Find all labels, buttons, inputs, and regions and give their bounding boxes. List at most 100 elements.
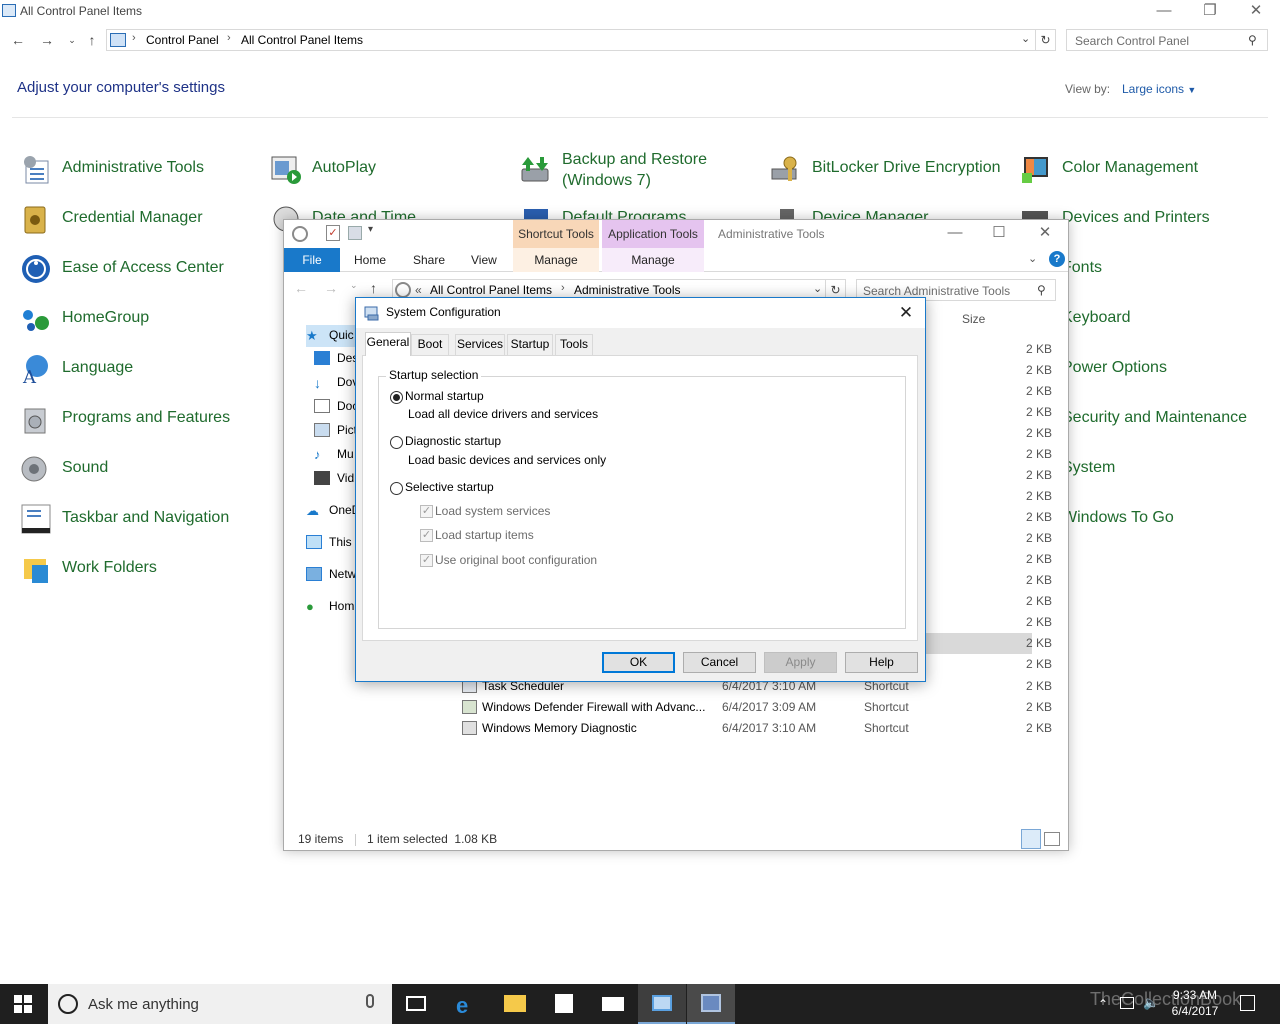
tab-general[interactable]: General — [365, 332, 411, 356]
maximize-button[interactable]: ☐ — [976, 220, 1022, 248]
help-icon[interactable]: ? — [1049, 251, 1065, 267]
cp-item-homegroup[interactable]: HomeGroup — [20, 301, 260, 345]
chevron-down-icon[interactable]: ⌄ — [1028, 252, 1037, 265]
back-button[interactable]: ← — [8, 30, 28, 50]
breadcrumb-all-items[interactable]: All Control Panel Items — [430, 283, 552, 297]
tab-tools[interactable]: Tools — [555, 334, 593, 355]
close-button[interactable]: ✕ — [1233, 0, 1279, 24]
new-folder-icon[interactable] — [348, 226, 362, 240]
normal-startup-label[interactable]: Normal startup — [405, 389, 484, 403]
diagnostic-startup-label[interactable]: Diagnostic startup — [405, 434, 501, 448]
nav-pictures[interactable]: Pict — [314, 420, 356, 442]
application-tools-tab[interactable]: Application Tools — [602, 220, 704, 248]
cp-item-ease-of-access[interactable]: Ease of Access Center — [20, 251, 260, 295]
forward-button[interactable]: → — [37, 30, 57, 50]
refresh-button[interactable]: ↻ — [1036, 29, 1056, 51]
overflow-chevron-icon[interactable]: « — [415, 283, 422, 297]
tab-view[interactable]: View — [471, 248, 497, 272]
cp-item-work-folders[interactable]: Work Folders — [20, 551, 260, 595]
nav-homegroup[interactable]: ● Hom — [306, 596, 356, 618]
load-startup-items-checkbox[interactable]: ✓ — [420, 529, 433, 542]
use-original-boot-config-checkbox[interactable]: ✓ — [420, 554, 433, 567]
cp-item-programs-and-features[interactable]: Programs and Features — [20, 401, 260, 445]
customize-qat-icon[interactable]: ▾ — [368, 224, 373, 235]
nav-videos[interactable]: Vid — [314, 468, 356, 490]
cp-item-backup-and-restore[interactable]: Backup and Restore (Windows 7) — [520, 151, 760, 195]
help-button[interactable]: Help — [845, 652, 918, 673]
cancel-button[interactable]: Cancel — [683, 652, 756, 673]
breadcrumb-all-items[interactable]: All Control Panel Items — [241, 33, 363, 47]
details-view-icon[interactable] — [1021, 829, 1041, 849]
tab-startup[interactable]: Startup — [507, 334, 553, 355]
tab-home[interactable]: Home — [354, 248, 386, 272]
load-system-services-checkbox[interactable]: ✓ — [420, 505, 433, 518]
tab-manage-application[interactable]: Manage — [602, 248, 704, 272]
properties-icon[interactable]: ✓ — [326, 225, 340, 241]
column-header-size[interactable]: Size — [962, 312, 985, 326]
action-center-icon[interactable] — [1240, 995, 1255, 1011]
address-bar[interactable]: › Control Panel › All Control Panel Item… — [106, 29, 1036, 51]
recent-locations-button[interactable]: ⌄ — [62, 30, 82, 50]
close-button[interactable]: ✕ — [1022, 220, 1068, 248]
cp-item-credential-manager[interactable]: Credential Manager — [20, 201, 260, 245]
cp-item-taskbar-and-navigation[interactable]: Taskbar and Navigation — [20, 501, 260, 545]
minimize-button[interactable]: — — [932, 220, 978, 248]
nav-this-pc[interactable]: This — [306, 532, 356, 554]
up-button[interactable]: ↑ — [370, 280, 377, 296]
nav-documents[interactable]: Doc — [314, 396, 356, 418]
selective-startup-radio[interactable] — [390, 482, 403, 495]
nav-onedrive[interactable]: ☁ OneD — [306, 500, 356, 522]
windows-start-icon[interactable] — [14, 995, 32, 1013]
large-icons-view-icon[interactable] — [1044, 832, 1060, 846]
cp-item-color-management[interactable]: Color Management — [1020, 151, 1260, 195]
task-view-button[interactable] — [392, 984, 440, 1024]
back-button[interactable]: ← — [294, 280, 308, 296]
clock[interactable]: 9:33 AM 6/4/2017 — [1150, 987, 1240, 1019]
recent-locations-button[interactable]: ⌄ — [350, 280, 358, 291]
minimize-button[interactable]: — — [1141, 0, 1187, 24]
cp-item-administrative-tools[interactable]: Administrative Tools — [20, 151, 260, 195]
view-by-dropdown[interactable]: Large icons ▼ — [1122, 82, 1196, 96]
store-button[interactable] — [540, 984, 588, 1024]
chevron-down-icon[interactable]: ⌄ — [813, 282, 822, 295]
cp-item-language[interactable]: A Language — [20, 351, 260, 395]
shortcut-tools-tab[interactable]: Shortcut Tools — [513, 220, 599, 248]
restore-button[interactable]: ❐ — [1187, 0, 1233, 24]
up-button[interactable]: ↑ — [82, 30, 102, 50]
close-button[interactable]: ✕ — [892, 301, 920, 325]
cp-item-autoplay[interactable]: AutoPlay — [270, 151, 510, 195]
tab-file[interactable]: File — [284, 248, 340, 272]
network-icon[interactable] — [1120, 997, 1134, 1009]
normal-startup-radio[interactable] — [390, 391, 403, 404]
mail-button[interactable] — [589, 984, 637, 1024]
breadcrumb-control-panel[interactable]: Control Panel — [146, 33, 219, 47]
nav-music[interactable]: ♪ Mu — [314, 444, 356, 466]
tab-services[interactable]: Services — [455, 334, 505, 355]
cortana-search-box[interactable]: Ask me anything — [48, 984, 392, 1024]
msconfig-taskbar-button[interactable] — [687, 984, 735, 1024]
ok-button[interactable]: OK — [602, 652, 675, 673]
chevron-up-icon[interactable]: ⌃ — [1098, 997, 1108, 1011]
nav-quick-access[interactable]: ★ Quic — [306, 325, 356, 347]
diagnostic-startup-radio[interactable] — [390, 436, 403, 449]
nav-desktop[interactable]: Des — [314, 348, 356, 370]
microphone-icon[interactable] — [366, 994, 374, 1008]
cp-item-bitlocker[interactable]: BitLocker Drive Encryption — [770, 151, 1010, 195]
chevron-down-icon[interactable]: ⌄ — [1021, 32, 1030, 45]
nav-network[interactable]: Netw — [306, 564, 356, 586]
forward-button[interactable]: → — [324, 280, 338, 296]
file-row[interactable]: Windows Defender Firewall with Advanc...… — [460, 697, 1040, 718]
search-input[interactable]: Search Control Panel ⚲ — [1066, 29, 1268, 51]
tab-share[interactable]: Share — [413, 248, 445, 272]
file-explorer-button[interactable] — [491, 984, 539, 1024]
breadcrumb-administrative-tools[interactable]: Administrative Tools — [574, 283, 681, 297]
control-panel-taskbar-button[interactable] — [638, 984, 686, 1024]
selective-startup-label[interactable]: Selective startup — [405, 480, 494, 494]
nav-downloads[interactable]: ↓ Dov — [314, 372, 356, 394]
file-row[interactable]: Windows Memory Diagnostic 6/4/2017 3:10 … — [460, 718, 1040, 739]
apply-button[interactable]: Apply — [764, 652, 837, 673]
edge-button[interactable]: e — [442, 984, 490, 1024]
tab-boot[interactable]: Boot — [411, 334, 449, 355]
tab-manage-shortcut[interactable]: Manage — [513, 248, 599, 272]
cp-item-sound[interactable]: Sound — [20, 451, 260, 495]
